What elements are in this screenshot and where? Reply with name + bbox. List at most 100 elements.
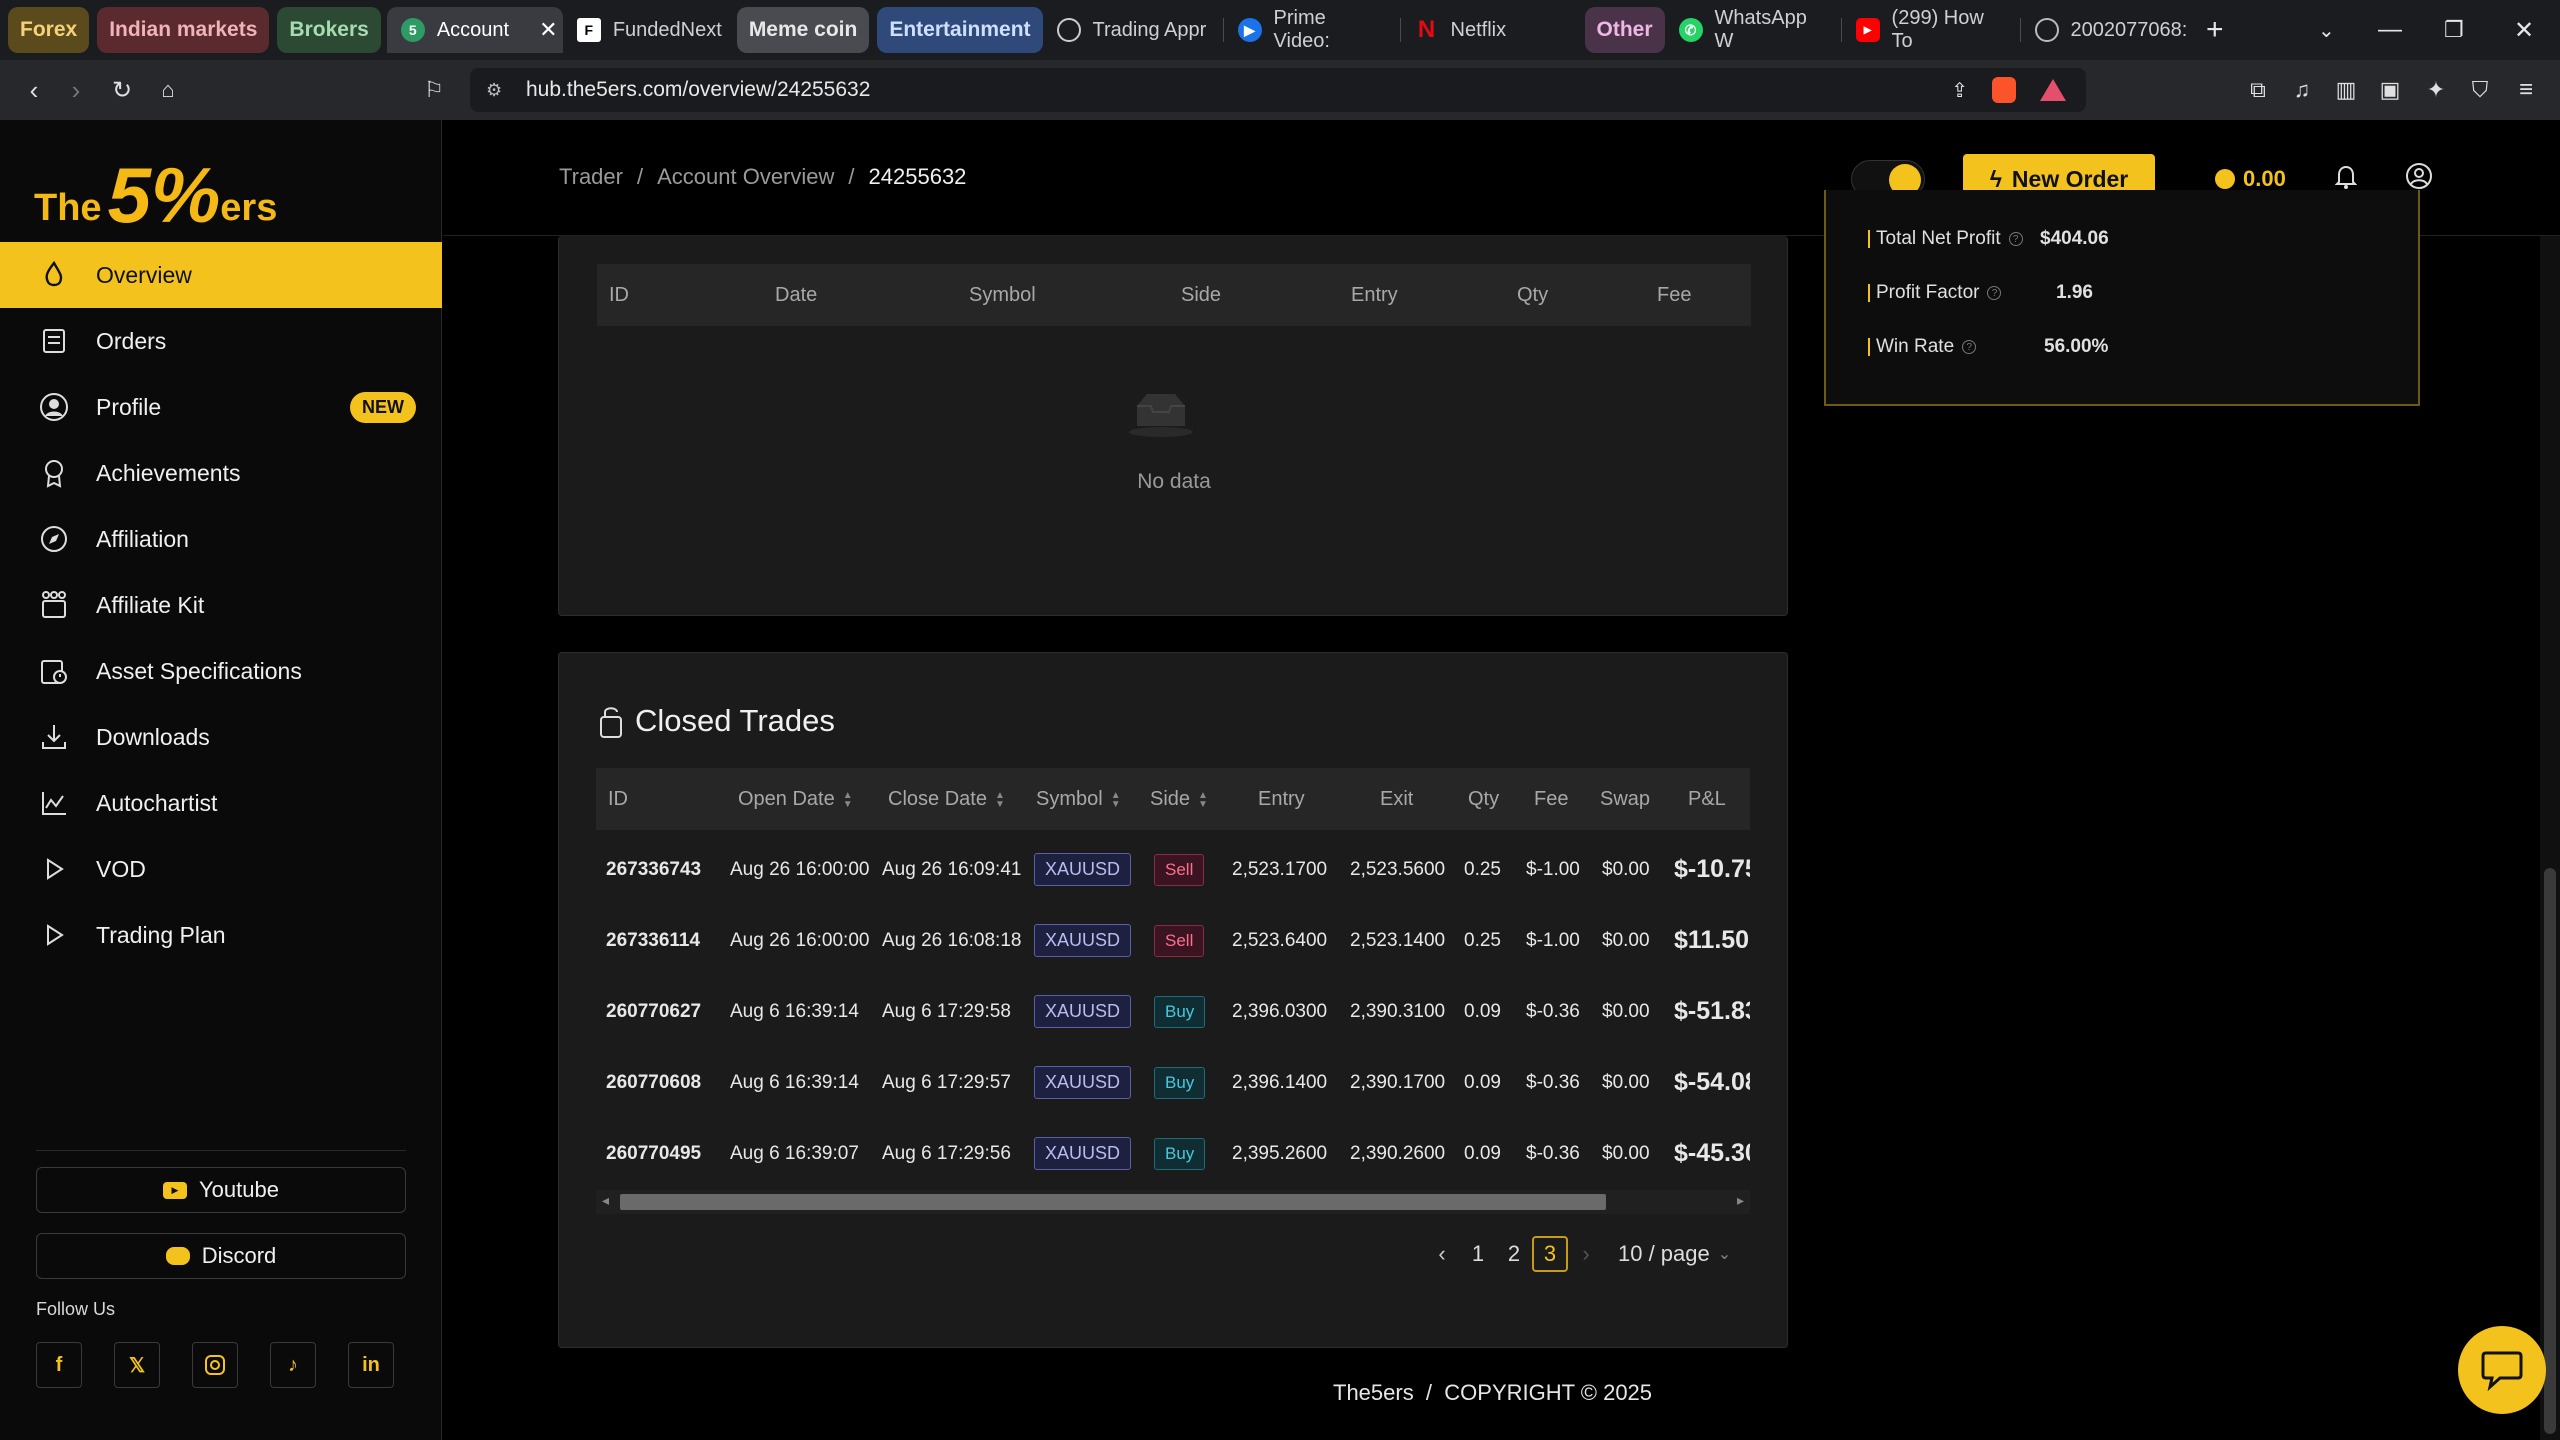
tab-group-other[interactable]: Other	[1584, 7, 1665, 53]
close-window-icon[interactable]: ✕	[2514, 0, 2534, 60]
page-1[interactable]: 1	[1460, 1236, 1496, 1272]
column-header-pnl[interactable]: P&L▲▼	[1688, 788, 1750, 811]
tab-group-indian-markets[interactable]: Indian markets	[97, 7, 270, 53]
sidebar-item-trading-plan[interactable]: Trading Plan	[0, 902, 442, 968]
table-row[interactable]: 260770627 Aug 6 16:39:14 Aug 6 17:29:58 XAU…	[596, 976, 1750, 1047]
menu-icon[interactable]: ≡	[2504, 68, 2548, 112]
sidebar-item-vod[interactable]: VOD	[0, 836, 442, 902]
tab-unknown[interactable]: 2002077068:	[2021, 7, 2199, 53]
minimize-icon[interactable]: —	[2378, 0, 2402, 60]
page-2[interactable]: 2	[1496, 1236, 1532, 1272]
tab-group-label: Indian markets	[109, 18, 258, 41]
instagram-icon[interactable]	[192, 1342, 238, 1388]
sidebar-item-downloads[interactable]: Downloads	[0, 704, 442, 770]
sidebar-item-orders[interactable]: Orders	[0, 308, 442, 374]
open-value: Aug 6 16:39:07	[730, 1142, 859, 1164]
next-page-icon[interactable]: ›	[1568, 1236, 1604, 1272]
column-header-open-date[interactable]: Open Date ▲ ▼	[738, 788, 853, 811]
cell-entry: 2,395.2600	[1232, 1118, 1327, 1189]
chat-support-button[interactable]	[2458, 1326, 2546, 1414]
globe-favicon-icon	[2034, 18, 2059, 42]
bell-icon[interactable]	[2334, 164, 2358, 189]
address-bar[interactable]: ⚙ hub.the5ers.com/overview/24255632 ⇪	[470, 68, 2086, 112]
tab-group-forex[interactable]: Forex	[8, 7, 90, 53]
wallet-icon[interactable]: ▣	[2368, 68, 2412, 112]
tab-group-entertainment[interactable]: Entertainment	[877, 7, 1043, 53]
sidebar-item-label: VOD	[96, 855, 146, 882]
scrollbar-thumb[interactable]	[620, 1194, 1606, 1210]
share-icon[interactable]: ⇪	[1951, 78, 1968, 103]
sidebar-item-affiliation[interactable]: Affiliation	[0, 506, 442, 572]
back-icon[interactable]: ‹	[12, 68, 56, 112]
facebook-icon[interactable]: f	[36, 1342, 82, 1388]
tab-youtube[interactable]: ▶ (299) How To	[1842, 7, 2020, 53]
tab-account[interactable]: 5 Account ✕	[386, 7, 563, 53]
table-horizontal-scrollbar[interactable]: ◂ ▸	[596, 1190, 1750, 1214]
breadcrumb-account-overview[interactable]: Account Overview	[657, 164, 834, 190]
sidebar-item-affiliate-kit[interactable]: Affiliate Kit	[0, 572, 442, 638]
tab-search-chevron-icon[interactable]: ⌄	[2318, 0, 2335, 60]
close-tab-icon[interactable]: ✕	[539, 17, 557, 43]
side-value: Sell	[1154, 853, 1205, 886]
youtube-button[interactable]: ▶ Youtube	[36, 1167, 406, 1213]
page-scrollbar[interactable]	[2540, 236, 2560, 1440]
sidebar-item-autochartist[interactable]: Autochartist	[0, 770, 442, 836]
column-header-symbol[interactable]: Symbol ▲ ▼	[1036, 788, 1121, 811]
new-tab-icon[interactable]: +	[2206, 0, 2224, 60]
restore-icon[interactable]: ❐	[2444, 0, 2464, 60]
sidebar-item-achievements[interactable]: Achievements	[0, 440, 442, 506]
brave-rewards-icon[interactable]	[2040, 79, 2066, 101]
sidebar-toggle-icon[interactable]: ▥	[2324, 68, 2368, 112]
extensions-icon[interactable]: ⧉	[2236, 68, 2280, 112]
swap-value: $0.00	[1602, 858, 1650, 880]
prev-page-icon[interactable]: ‹	[1424, 1236, 1460, 1272]
tab-prime-video[interactable]: ▶ Prime Video:	[1224, 7, 1400, 53]
coin-balance[interactable]: 0.00	[2215, 166, 2286, 192]
symbol-value: XAUUSD	[1034, 995, 1132, 1028]
tab-whatsapp[interactable]: ✆ WhatsApp W	[1665, 7, 1841, 53]
tab-group-meme-coin[interactable]: Meme coin	[736, 7, 870, 53]
discord-button[interactable]: Discord	[36, 1233, 406, 1279]
table-row[interactable]: 267336743 Aug 26 16:00:00 Aug 26 16:09:41 X…	[596, 834, 1750, 905]
column-header-close-date[interactable]: Close Date ▲ ▼	[888, 788, 1005, 811]
page-size-select[interactable]: 10 / page ⌄	[1618, 1241, 1731, 1267]
tab-fundednext[interactable]: F FundedNext	[563, 7, 729, 53]
cell-open: Aug 26 16:00:00	[730, 834, 869, 905]
scroll-left-icon[interactable]: ◂	[602, 1192, 609, 1209]
page-3[interactable]: 3	[1532, 1236, 1568, 1272]
fee-value: $-1.00	[1526, 929, 1580, 951]
page-scrollbar-thumb[interactable]	[2544, 868, 2556, 1434]
sidebar-item-overview[interactable]: Overview	[0, 242, 442, 308]
help-icon[interactable]: ?	[1962, 340, 1977, 354]
bookmark-icon[interactable]: ⚐	[412, 68, 456, 112]
help-icon[interactable]: ?	[1987, 286, 2002, 300]
scroll-right-icon[interactable]: ▸	[1737, 1192, 1744, 1209]
sidebar-item-profile[interactable]: Profile NEW	[0, 374, 442, 440]
the5ers-logo[interactable]: The 5% ers	[34, 140, 277, 234]
site-settings-icon[interactable]: ⚙	[486, 80, 502, 101]
sidebar-item-asset-specifications[interactable]: Asset Specifications	[0, 638, 442, 704]
cell-side: Buy	[1154, 1047, 1206, 1118]
cell-side: Sell	[1154, 905, 1205, 976]
table-row[interactable]: 260770608 Aug 6 16:39:14 Aug 6 17:29:57 XAU…	[596, 1047, 1750, 1118]
entry-value: 2,396.0300	[1232, 1000, 1328, 1022]
reload-icon[interactable]: ↻	[100, 68, 144, 112]
help-icon[interactable]: ?	[2008, 232, 2023, 246]
linkedin-icon[interactable]: in	[348, 1342, 394, 1388]
x-twitter-icon[interactable]: 𝕏	[114, 1342, 160, 1388]
forward-icon[interactable]: ›	[54, 68, 98, 112]
leo-ai-icon[interactable]: ✦	[2414, 68, 2458, 112]
tab-netflix[interactable]: N Netflix	[1401, 7, 1577, 53]
brave-shields-icon[interactable]	[1992, 77, 2016, 103]
column-header-label: P&L	[1688, 788, 1726, 810]
media-icon[interactable]: ♫	[2280, 68, 2324, 112]
tab-trading-appr[interactable]: Trading Appr	[1043, 7, 1223, 53]
home-icon[interactable]: ⌂	[146, 68, 190, 112]
table-row[interactable]: 260770495 Aug 6 16:39:07 Aug 6 17:29:56 XAU…	[596, 1118, 1750, 1189]
tiktok-icon[interactable]: ♪	[270, 1342, 316, 1388]
column-header-side[interactable]: Side ▲ ▼	[1150, 788, 1208, 811]
table-row[interactable]: 267336114 Aug 26 16:00:00 Aug 26 16:08:18 X…	[596, 905, 1750, 976]
tab-group-brokers[interactable]: Brokers	[277, 7, 381, 53]
breadcrumb-trader[interactable]: Trader	[559, 164, 623, 190]
vpn-icon[interactable]: ⛉	[2458, 68, 2502, 112]
